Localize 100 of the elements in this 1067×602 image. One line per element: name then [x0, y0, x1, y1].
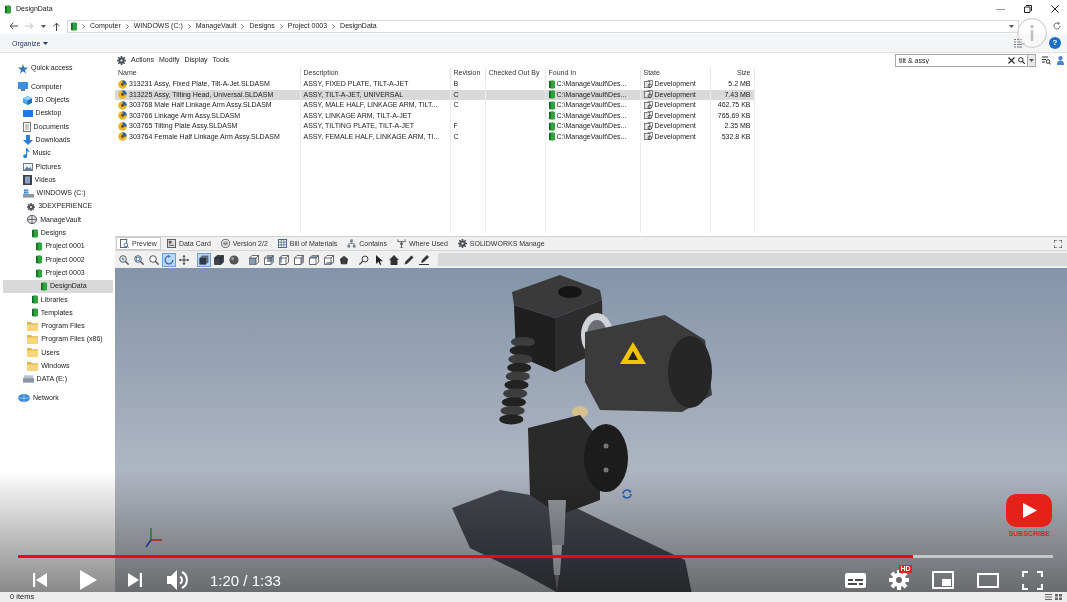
cube-icon[interactable]: [278, 253, 290, 266]
book-icon: [41, 281, 47, 291]
assembly-icon: [118, 100, 127, 110]
chevron-icon: [82, 23, 85, 29]
measure-icon[interactable]: [358, 253, 370, 266]
caret-icon[interactable]: [41, 24, 46, 28]
monitor-icon: [18, 82, 28, 92]
book-icon: [71, 21, 77, 31]
folder-icon: [27, 348, 39, 358]
chevron-icon: [125, 23, 129, 29]
caret-icon: [1029, 59, 1034, 62]
house-icon[interactable]: [388, 253, 400, 266]
music-note-icon: [22, 148, 30, 159]
hierarchy-icon: [396, 239, 406, 248]
move-icon[interactable]: [178, 253, 190, 266]
refresh-icon[interactable]: [1053, 22, 1061, 30]
rotate-icon[interactable]: [163, 253, 175, 266]
globe-icon: [27, 215, 38, 225]
assembly-icon: [118, 79, 127, 89]
chevron-icon: [241, 23, 245, 29]
book-icon: [36, 242, 43, 251]
magnifier-icon[interactable]: [148, 253, 160, 266]
user-icon[interactable]: [1057, 56, 1064, 65]
assembly-icon: [118, 90, 127, 100]
restore-icon[interactable]: [1024, 5, 1032, 13]
close-icon[interactable]: [1051, 5, 1059, 13]
chevron-icon: [279, 23, 283, 29]
star-icon: [18, 63, 28, 74]
cube-icon[interactable]: [263, 253, 275, 266]
tree-icon: [347, 239, 357, 248]
caret-icon[interactable]: [1009, 24, 1014, 28]
preview-icon: [120, 239, 129, 248]
workflow-icon: [643, 121, 653, 131]
subscribe-icon[interactable]: [1006, 494, 1052, 527]
cube-icon[interactable]: [308, 253, 320, 266]
picture-icon: [22, 162, 33, 171]
folder-icon: [27, 361, 39, 371]
search-list-icon[interactable]: [1042, 56, 1051, 65]
desktop-icon: [22, 110, 33, 118]
drive-icon: [22, 188, 34, 198]
pen-line-icon[interactable]: [418, 253, 430, 266]
time-display: 1:20 / 1:33: [210, 572, 281, 588]
network-icon: [18, 393, 30, 402]
cube-icon: [22, 95, 32, 105]
download-arrow-icon: [22, 135, 33, 146]
sync-icon: [622, 489, 632, 499]
next-icon[interactable]: [127, 572, 143, 588]
zoom-in-icon[interactable]: [118, 253, 130, 266]
document-icon: [22, 121, 31, 132]
book-icon: [36, 268, 43, 278]
book-icon: [31, 308, 38, 318]
minimize-icon[interactable]: [996, 8, 1005, 10]
search-icon[interactable]: [1018, 57, 1025, 64]
play-icon[interactable]: [80, 570, 97, 590]
up-arrow-icon[interactable]: [53, 21, 60, 31]
workflow-icon: [643, 90, 653, 100]
workflow-icon: [643, 111, 653, 121]
gear-icon: [27, 202, 36, 211]
film-icon: [22, 175, 32, 185]
book-icon: [5, 4, 11, 14]
clear-icon[interactable]: [1008, 57, 1015, 64]
chevron-icon: [332, 23, 336, 29]
large-icons-view-icon[interactable]: [1055, 594, 1062, 600]
volume-icon[interactable]: [167, 570, 190, 590]
assembly-icon: [118, 121, 127, 131]
chevron-icon: [187, 23, 191, 29]
settings-icon[interactable]: [889, 570, 909, 590]
back-arrow-icon[interactable]: [9, 22, 18, 30]
shaded-model-icon[interactable]: [338, 253, 350, 266]
previous-icon[interactable]: [32, 572, 48, 588]
cube-icon[interactable]: [323, 253, 335, 266]
assembly-icon: [118, 111, 127, 121]
workflow-icon: [643, 79, 653, 89]
view-options-icon[interactable]: [1014, 38, 1025, 48]
version-icon: [220, 239, 230, 248]
miniplayer-icon[interactable]: [932, 571, 954, 589]
cube-icon[interactable]: [293, 253, 305, 266]
workflow-icon: [643, 100, 653, 110]
help-button[interactable]: ?: [1049, 37, 1061, 49]
zoom-area-icon[interactable]: [133, 253, 145, 266]
axis-triad-icon: [145, 526, 163, 548]
expand-icon[interactable]: [1054, 239, 1062, 248]
cube-icon[interactable]: [248, 253, 260, 266]
drive-icon: [22, 375, 34, 384]
dropdown-button[interactable]: [1028, 54, 1036, 67]
theater-icon[interactable]: [977, 572, 999, 588]
assembly-icon: [118, 132, 127, 142]
folder-icon: [27, 335, 39, 345]
arrow-pointer-icon[interactable]: [373, 253, 385, 266]
cube-icon[interactable]: [213, 253, 225, 266]
book-icon: [31, 228, 38, 238]
table-icon: [277, 239, 287, 248]
cube-icon[interactable]: [198, 253, 210, 266]
folder-icon: [27, 321, 39, 331]
gear-icon: [457, 239, 467, 248]
pencil-icon[interactable]: [403, 253, 415, 266]
sphere-icon[interactable]: [228, 253, 240, 266]
fullscreen-icon[interactable]: [1022, 570, 1043, 590]
book-icon: [36, 255, 43, 265]
details-view-icon[interactable]: [1045, 594, 1052, 600]
